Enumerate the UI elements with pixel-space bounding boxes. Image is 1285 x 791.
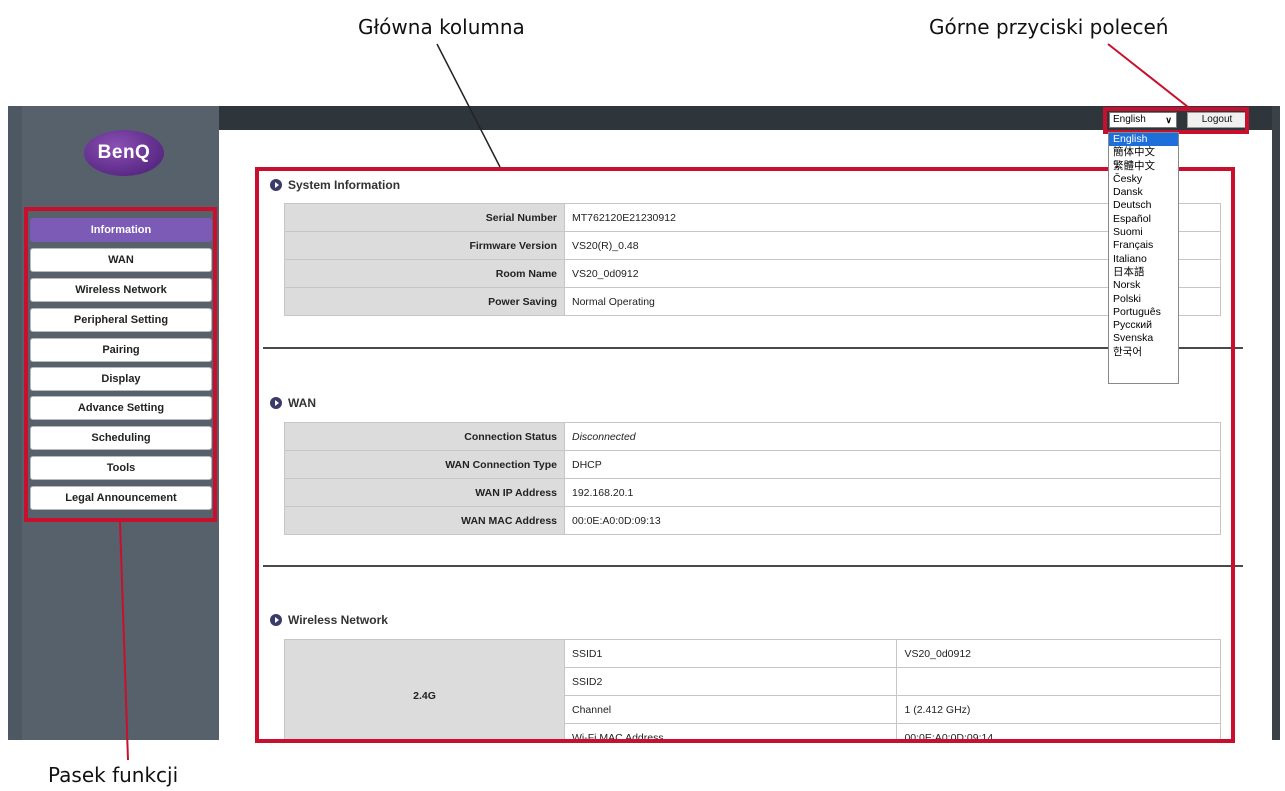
band-label: 2.4G bbox=[284, 639, 565, 740]
row-label: WAN Connection Type bbox=[284, 450, 565, 479]
language-option[interactable]: Svenska bbox=[1109, 332, 1178, 345]
sidebar: BenQ Information WAN Wireless Network Pe… bbox=[22, 106, 219, 740]
nav-wireless-network[interactable]: Wireless Network bbox=[30, 278, 212, 302]
logout-button[interactable]: Logout bbox=[1187, 112, 1247, 128]
nav-pairing[interactable]: Pairing bbox=[30, 338, 212, 362]
row-value: VS20_0d0912 bbox=[896, 639, 1221, 668]
nav-advance-setting[interactable]: Advance Setting bbox=[30, 396, 212, 420]
row-label: SSID1 bbox=[563, 639, 898, 668]
table-row: WAN MAC Address 00:0E:A0:0D:09:13 bbox=[284, 506, 1221, 535]
table-row: Power Saving Normal Operating bbox=[284, 287, 1221, 316]
section-title-system-information: System Information bbox=[270, 178, 400, 192]
row-label: Serial Number bbox=[284, 203, 565, 232]
nav-wan[interactable]: WAN bbox=[30, 248, 212, 272]
language-option[interactable]: 한국어 bbox=[1109, 346, 1178, 359]
language-option[interactable]: Suomi bbox=[1109, 226, 1178, 239]
table-row: WAN IP Address 192.168.20.1 bbox=[284, 478, 1221, 507]
system-information-table: Serial Number MT762120E21230912 Firmware … bbox=[284, 203, 1221, 316]
row-label: WAN IP Address bbox=[284, 478, 565, 507]
nav-scheduling[interactable]: Scheduling bbox=[30, 426, 212, 450]
section-title-text: Wireless Network bbox=[288, 613, 388, 627]
language-option[interactable]: Español bbox=[1109, 213, 1178, 226]
row-value: Disconnected bbox=[564, 422, 1221, 451]
language-option[interactable]: Français bbox=[1109, 239, 1178, 252]
nav-information[interactable]: Information bbox=[30, 218, 212, 242]
nav-legal-announcement[interactable]: Legal Announcement bbox=[30, 486, 212, 510]
row-label: Connection Status bbox=[284, 422, 565, 451]
language-option[interactable]: 繁體中文 bbox=[1109, 160, 1178, 173]
row-value: 00:0E:A0:0D:09:13 bbox=[564, 506, 1221, 535]
language-option[interactable]: Português bbox=[1109, 306, 1178, 319]
chevron-down-icon: ∨ bbox=[1165, 115, 1172, 125]
callout-main-column: Główna kolumna bbox=[358, 15, 525, 39]
language-option[interactable]: Norsk bbox=[1109, 279, 1178, 292]
row-value bbox=[896, 667, 1221, 696]
table-row: WAN Connection Type DHCP bbox=[284, 450, 1221, 479]
section-divider bbox=[263, 347, 1243, 349]
language-option[interactable]: Русский bbox=[1109, 319, 1178, 332]
table-row: Room Name VS20_0d0912 bbox=[284, 259, 1221, 288]
nav-tools[interactable]: Tools bbox=[30, 456, 212, 480]
section-title-text: System Information bbox=[288, 178, 401, 192]
row-label: WAN MAC Address bbox=[284, 506, 565, 535]
wireless-network-table: 2.4G SSID1 VS20_0d0912 SSID2 Channel 1 (2.4… bbox=[284, 639, 1221, 740]
play-icon bbox=[270, 614, 282, 626]
row-value: 192.168.20.1 bbox=[564, 478, 1221, 507]
left-edge bbox=[8, 106, 22, 740]
language-option[interactable]: 日本語 bbox=[1109, 266, 1178, 279]
table-row: Firmware Version VS20(R)_0.48 bbox=[284, 231, 1221, 260]
row-label: Channel bbox=[563, 695, 898, 724]
table-row: Serial Number MT762120E21230912 bbox=[284, 203, 1221, 232]
language-select[interactable]: English ∨ bbox=[1109, 112, 1177, 128]
language-option[interactable]: Deutsch bbox=[1109, 199, 1178, 212]
nav-display[interactable]: Display bbox=[30, 367, 212, 391]
row-label: Wi-Fi MAC Address bbox=[563, 723, 898, 740]
language-dropdown: English 簡体中文 繁體中文 Česky Dansk Deutsch Es… bbox=[1108, 132, 1179, 384]
callout-function-bar: Pasek funkcji bbox=[48, 763, 179, 787]
language-option[interactable]: Česky bbox=[1109, 173, 1178, 186]
play-icon bbox=[270, 179, 282, 191]
row-label: Power Saving bbox=[284, 287, 565, 316]
row-label: SSID2 bbox=[563, 667, 898, 696]
play-icon bbox=[270, 397, 282, 409]
section-divider bbox=[263, 565, 1243, 567]
section-title-wan: WAN bbox=[270, 396, 316, 410]
table-row: 2.4G SSID1 VS20_0d0912 bbox=[284, 639, 1221, 740]
language-option[interactable]: Dansk bbox=[1109, 186, 1178, 199]
table-row: Connection Status Disconnected bbox=[284, 422, 1221, 451]
row-label: Room Name bbox=[284, 259, 565, 288]
row-value: 1 (2.412 GHz) bbox=[896, 695, 1221, 724]
admin-app-window: BenQ Information WAN Wireless Network Pe… bbox=[8, 106, 1280, 740]
scrollbar[interactable] bbox=[1272, 106, 1280, 740]
row-value: DHCP bbox=[564, 450, 1221, 479]
callout-top-buttons: Górne przyciski poleceń bbox=[929, 15, 1169, 39]
language-option[interactable]: 簡体中文 bbox=[1109, 146, 1178, 159]
language-select-value: English bbox=[1113, 114, 1146, 125]
section-title-wireless-network: Wireless Network bbox=[270, 613, 388, 627]
row-label: Firmware Version bbox=[284, 231, 565, 260]
top-buttons-pointer bbox=[1107, 43, 1189, 108]
benq-logo: BenQ bbox=[84, 130, 164, 176]
language-option[interactable]: Italiano bbox=[1109, 253, 1178, 266]
nav-peripheral-setting[interactable]: Peripheral Setting bbox=[30, 308, 212, 332]
wan-table: Connection Status Disconnected WAN Connec… bbox=[284, 422, 1221, 535]
section-title-text: WAN bbox=[288, 396, 316, 410]
language-option[interactable]: Polski bbox=[1109, 293, 1178, 306]
language-option[interactable]: English bbox=[1109, 133, 1178, 147]
row-value: 00:0E:A0:0D:09:14 bbox=[896, 723, 1221, 740]
